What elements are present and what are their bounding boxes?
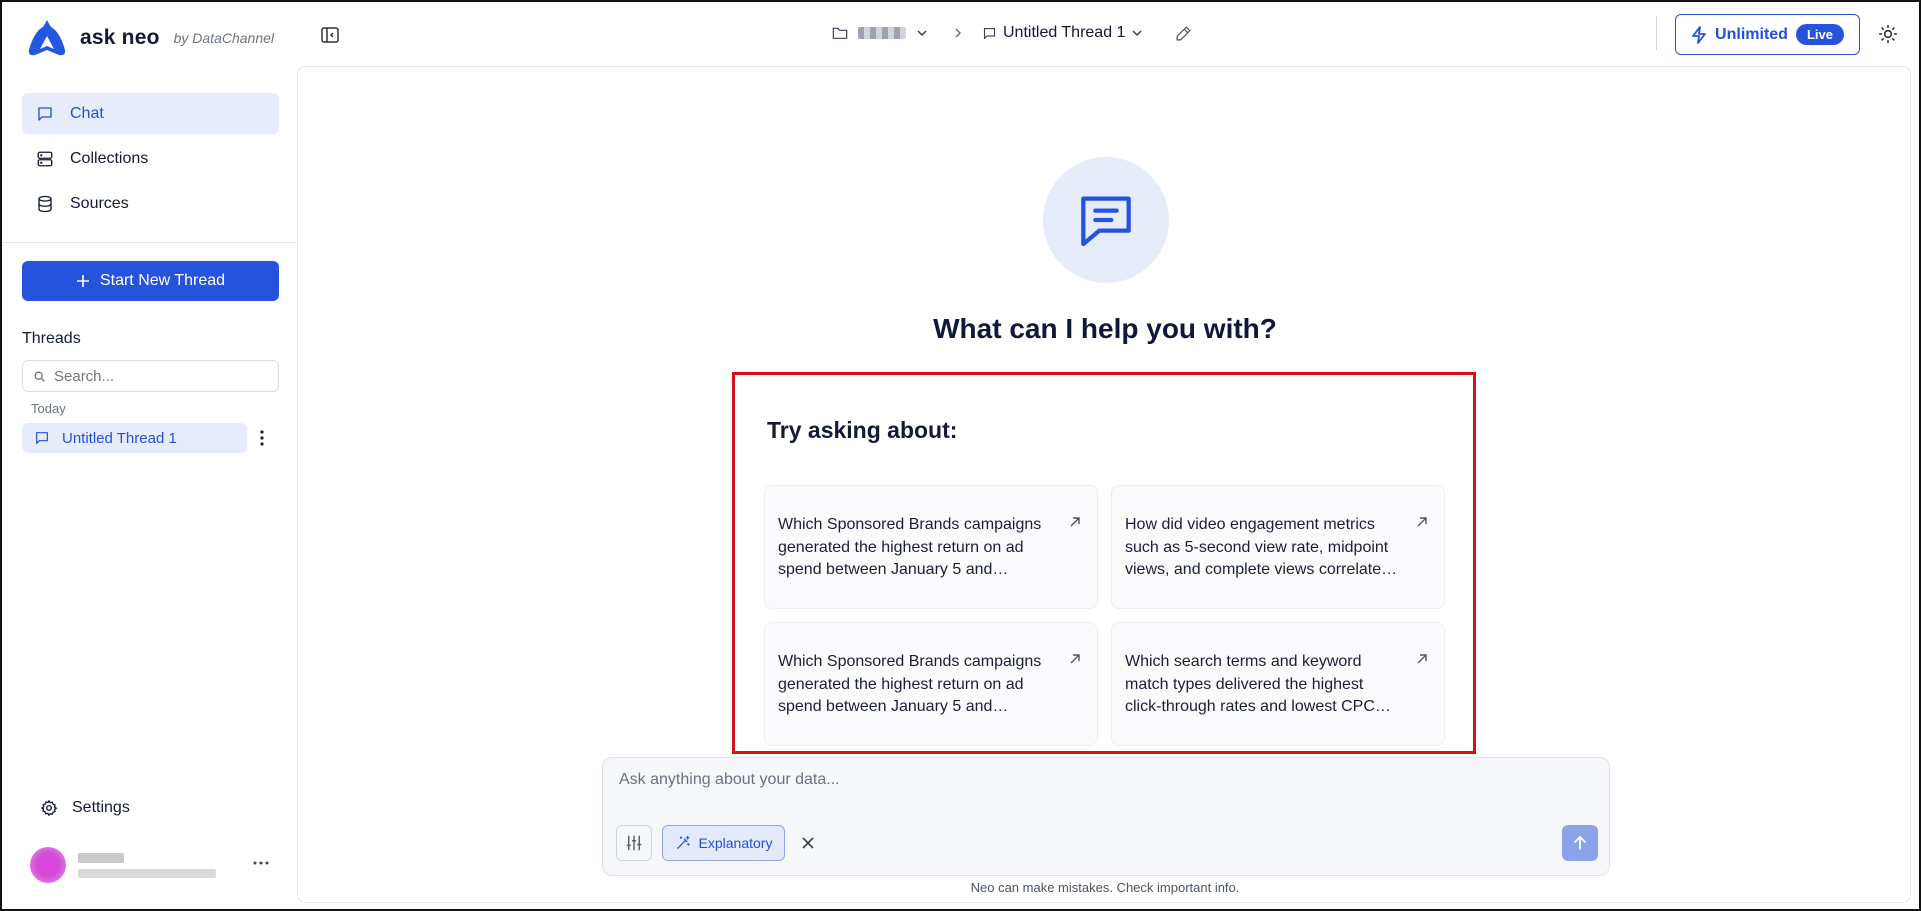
arrow-up-right-icon	[1417, 517, 1427, 527]
sidebar: ask neo by DataChannel Chat Collections …	[2, 2, 297, 909]
sidebar-item-label: Collections	[70, 149, 149, 167]
suggestion-text: Which search terms and keyword match typ…	[1125, 653, 1375, 715]
edit-pencil-icon[interactable]	[1175, 25, 1192, 42]
message-square-icon	[36, 432, 48, 444]
brand[interactable]: ask neo by DataChannel	[26, 18, 274, 58]
avatar	[30, 847, 66, 883]
more-vertical-icon[interactable]	[254, 429, 270, 447]
sidebar-collapse-icon[interactable]	[320, 25, 340, 45]
folder-icon	[832, 27, 848, 39]
thread-item[interactable]: Untitled Thread 1	[22, 423, 247, 453]
chevron-down-icon[interactable]	[916, 27, 928, 39]
send-button[interactable]	[1562, 825, 1598, 861]
chevron-right-icon	[955, 28, 962, 38]
message-composer: Explanatory	[602, 757, 1610, 876]
suggestion-text: Which Sponsored Brands campaigns generat…	[778, 516, 1042, 578]
thread-item-label: Untitled Thread 1	[62, 429, 177, 447]
threads-heading: Threads	[22, 330, 81, 347]
magic-wand-icon	[676, 835, 690, 849]
message-square-icon	[38, 106, 52, 121]
chevron-down-icon[interactable]	[1131, 27, 1143, 39]
arrow-up-right-icon	[1417, 654, 1427, 664]
sidebar-nav: Chat Collections Sources	[22, 93, 279, 228]
suggestion-card[interactable]: Which search terms and keyword match typ…	[1111, 622, 1445, 746]
arrow-up-icon	[1574, 835, 1586, 850]
sidebar-item-label: Chat	[70, 104, 104, 122]
sun-icon[interactable]	[1878, 24, 1898, 44]
start-new-thread-button[interactable]: Start New Thread	[22, 261, 279, 301]
arrow-up-right-icon	[1070, 654, 1080, 664]
message-square-text-icon	[1081, 196, 1131, 247]
suggestion-card[interactable]: How did video engagement metrics such as…	[1111, 485, 1445, 609]
breadcrumb: Untitled Thread 1	[832, 24, 1192, 42]
more-horizontal-icon[interactable]	[252, 860, 270, 866]
response-style-chip[interactable]: Explanatory	[662, 825, 785, 861]
sidebar-item-chat[interactable]: Chat	[22, 93, 279, 134]
message-input[interactable]	[619, 771, 1519, 789]
page-title: What can I help you with?	[933, 313, 1277, 344]
settings-sliders-button[interactable]	[616, 825, 652, 861]
message-square-icon	[983, 27, 996, 39]
project-name-redacted[interactable]	[858, 27, 906, 39]
user-profile[interactable]	[30, 847, 216, 883]
search-icon	[34, 371, 45, 382]
response-style-label: Explanatory	[698, 835, 773, 851]
lightning-icon	[1692, 25, 1706, 44]
chat-main-panel: What can I help you with? Try asking abo…	[297, 66, 1911, 903]
user-info-redacted	[78, 852, 216, 878]
neo-logo-icon	[28, 20, 66, 56]
hero-badge	[1043, 157, 1169, 283]
brand-byline: by DataChannel	[173, 30, 275, 46]
database-icon	[38, 195, 52, 212]
gear-icon	[40, 799, 58, 817]
sidebar-item-sources[interactable]: Sources	[22, 183, 279, 224]
topbar-divider	[1656, 16, 1657, 50]
suggestions-heading: Try asking about:	[767, 417, 958, 443]
plan-label: Unlimited	[1715, 25, 1788, 43]
plan-button[interactable]: Unlimited Live	[1675, 14, 1860, 55]
server-icon	[37, 151, 53, 166]
sliders-icon	[626, 835, 642, 851]
settings-label: Settings	[72, 799, 130, 816]
thread-title[interactable]: Untitled Thread 1	[1003, 24, 1125, 42]
live-badge: Live	[1795, 24, 1844, 45]
suggestion-text: How did video engagement metrics such as…	[1125, 516, 1389, 578]
suggestion-card[interactable]: Which Sponsored Brands campaigns generat…	[764, 622, 1098, 746]
close-icon[interactable]	[801, 836, 815, 850]
settings-link[interactable]: Settings	[40, 799, 130, 817]
suggestion-text: Which Sponsored Brands campaigns generat…	[778, 653, 1042, 715]
plus-icon	[76, 275, 89, 287]
thread-search[interactable]	[22, 360, 279, 392]
sidebar-item-collections[interactable]: Collections	[22, 138, 279, 179]
thread-search-input[interactable]	[54, 367, 254, 385]
sidebar-item-label: Sources	[70, 194, 129, 212]
suggestions-panel: Try asking about: Which Sponsored Brands…	[732, 372, 1476, 754]
arrow-up-right-icon	[1070, 517, 1080, 527]
start-new-thread-label: Start New Thread	[99, 272, 226, 289]
brand-name: ask neo	[80, 26, 160, 49]
suggestion-card[interactable]: Which Sponsored Brands campaigns generat…	[764, 485, 1098, 609]
thread-group-today: Today	[31, 401, 66, 416]
sidebar-divider	[2, 242, 297, 243]
disclaimer-text: Neo can make mistakes. Check important i…	[970, 880, 1240, 895]
